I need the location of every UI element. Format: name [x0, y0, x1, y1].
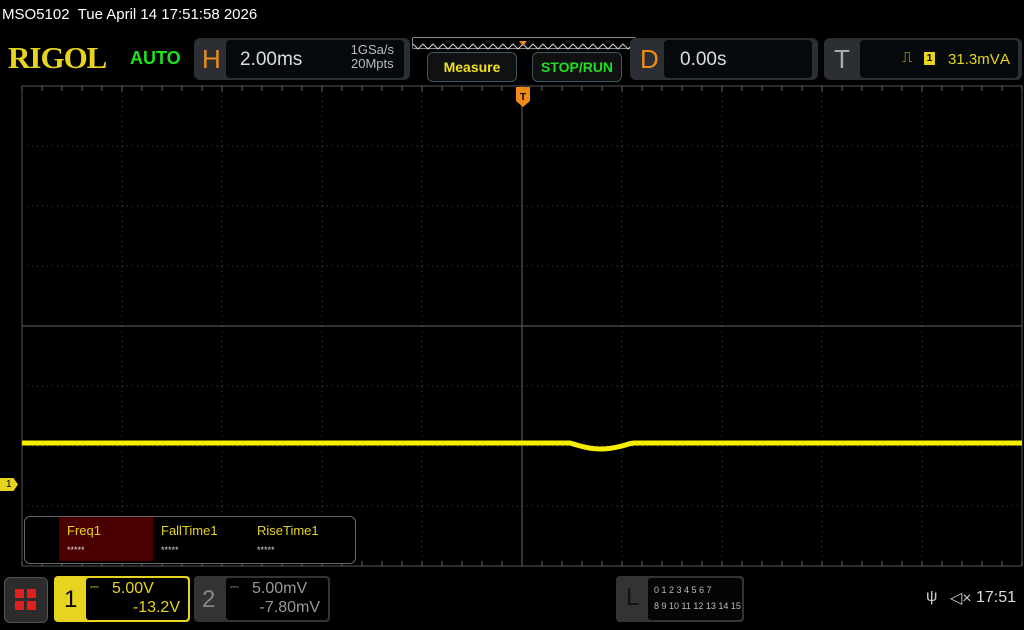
- measurement-freq[interactable]: Freq1 *****: [59, 517, 153, 561]
- measurement-label: FallTime1: [161, 523, 218, 538]
- logic-channels-8-15: 8 9 10 11 12 13 14 15: [654, 601, 741, 611]
- channel-2-panel[interactable]: 2 ⎓ 5.00mV -7.80mV: [194, 576, 330, 622]
- channel-scale: 5.00mV: [252, 580, 308, 597]
- mute-icon[interactable]: ◁×: [950, 588, 972, 608]
- svg-text:T: T: [520, 92, 526, 103]
- channel-offset: -13.2V: [132, 599, 180, 616]
- graticule: [21, 85, 1023, 567]
- channel-number: 1: [64, 586, 78, 613]
- dc-coupling-icon: ⎓: [90, 581, 99, 593]
- measurement-label: Freq1: [67, 523, 101, 538]
- logic-channels-0-7: 0 1 2 3 4 5 6 7: [654, 585, 712, 595]
- main-menu-button[interactable]: [4, 577, 48, 623]
- trigger-position-marker[interactable]: T: [516, 87, 530, 109]
- measurement-falltime[interactable]: FallTime1 *****: [153, 517, 247, 561]
- channel-scale: 5.00V: [112, 580, 154, 597]
- measurement-value: *****: [257, 545, 275, 555]
- grid-menu-icon: [15, 589, 36, 610]
- usb-icon: ψ: [926, 588, 938, 605]
- channel-number: 2: [202, 586, 216, 613]
- measurement-value: *****: [161, 545, 179, 555]
- measurement-panel: Freq1 ***** FallTime1 ***** RiseTime1 *****: [24, 516, 356, 564]
- channel-offset: -7.80mV: [259, 599, 320, 616]
- measurement-risetime[interactable]: RiseTime1 *****: [249, 517, 343, 561]
- logic-panel[interactable]: L 0 1 2 3 4 5 6 7 8 9 10 11 12 13 14 15: [616, 576, 744, 622]
- dc-coupling-icon: ⎓: [230, 581, 239, 593]
- measurement-label: RiseTime1: [257, 523, 319, 538]
- logic-label: L: [626, 584, 640, 611]
- channel-1-panel[interactable]: 1 ⎓ 5.00V -13.2V: [54, 576, 190, 622]
- system-clock: 17:51: [976, 589, 1017, 606]
- measurement-value: *****: [67, 545, 85, 555]
